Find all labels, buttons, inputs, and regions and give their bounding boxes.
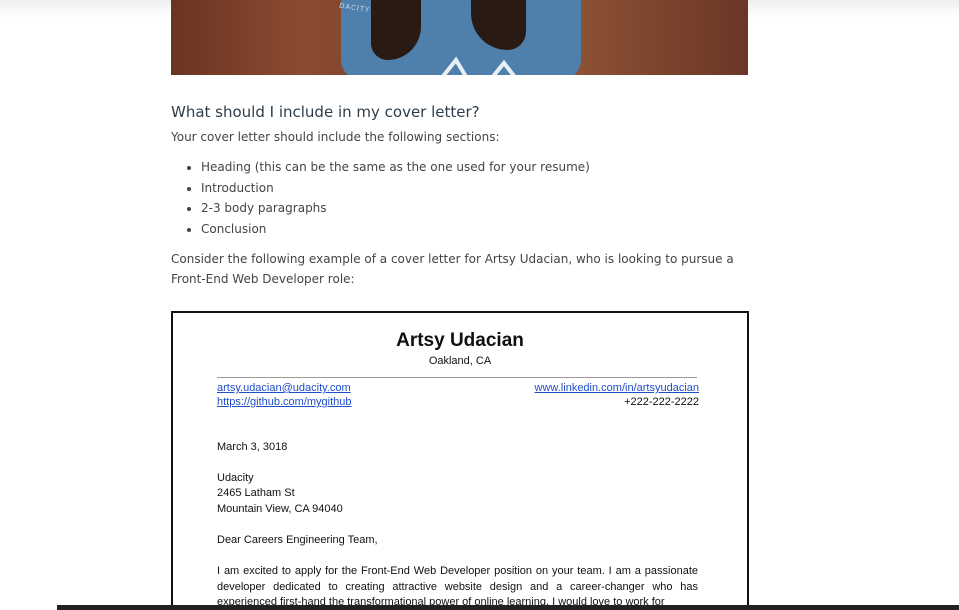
section-heading: What should I include in my cover letter… <box>171 103 480 121</box>
letter-salutation: Dear Careers Engineering Team, <box>217 534 378 546</box>
list-item: Introduction <box>201 178 748 199</box>
letter-linkedin-link[interactable]: www.linkedin.com/in/artsyudacian <box>535 382 699 394</box>
letter-date: March 3, 3018 <box>217 441 288 453</box>
cover-letter-image: Artsy Udacian Oakland, CA artsy.udacian@… <box>171 311 749 610</box>
letter-body: I am excited to apply for the Front-End … <box>217 565 698 608</box>
letter-email-link[interactable]: artsy.udacian@udacity.com <box>217 382 351 394</box>
hero-photo: DACITY <box>171 0 748 75</box>
letter-divider <box>217 377 697 378</box>
letter-name: Artsy Udacian <box>396 330 524 351</box>
bottom-bar <box>57 605 959 610</box>
consider-paragraph: Consider the following example of a cove… <box>171 252 734 286</box>
letter-recipient-org: Udacity <box>217 472 254 484</box>
list-item: 2-3 body paragraphs <box>201 198 748 219</box>
letter-recipient-city: Mountain View, CA 94040 <box>217 503 343 515</box>
page: DACITY What should I include in my cover… <box>0 0 959 610</box>
sections-list: Heading (this can be the same as the one… <box>171 157 748 239</box>
article-content: What should I include in my cover letter… <box>171 100 748 289</box>
letter-phone: +222-222-2222 <box>624 396 699 408</box>
list-item: Heading (this can be the same as the one… <box>201 157 748 178</box>
udacity-logo-icon <box>441 56 516 75</box>
letter-recipient-street: 2465 Latham St <box>217 487 295 499</box>
letter-github-link[interactable]: https://github.com/mygithub <box>217 396 352 408</box>
letter-city: Oakland, CA <box>428 355 492 367</box>
intro-paragraph: Your cover letter should include the fol… <box>171 130 500 144</box>
list-item: Conclusion <box>201 219 748 240</box>
